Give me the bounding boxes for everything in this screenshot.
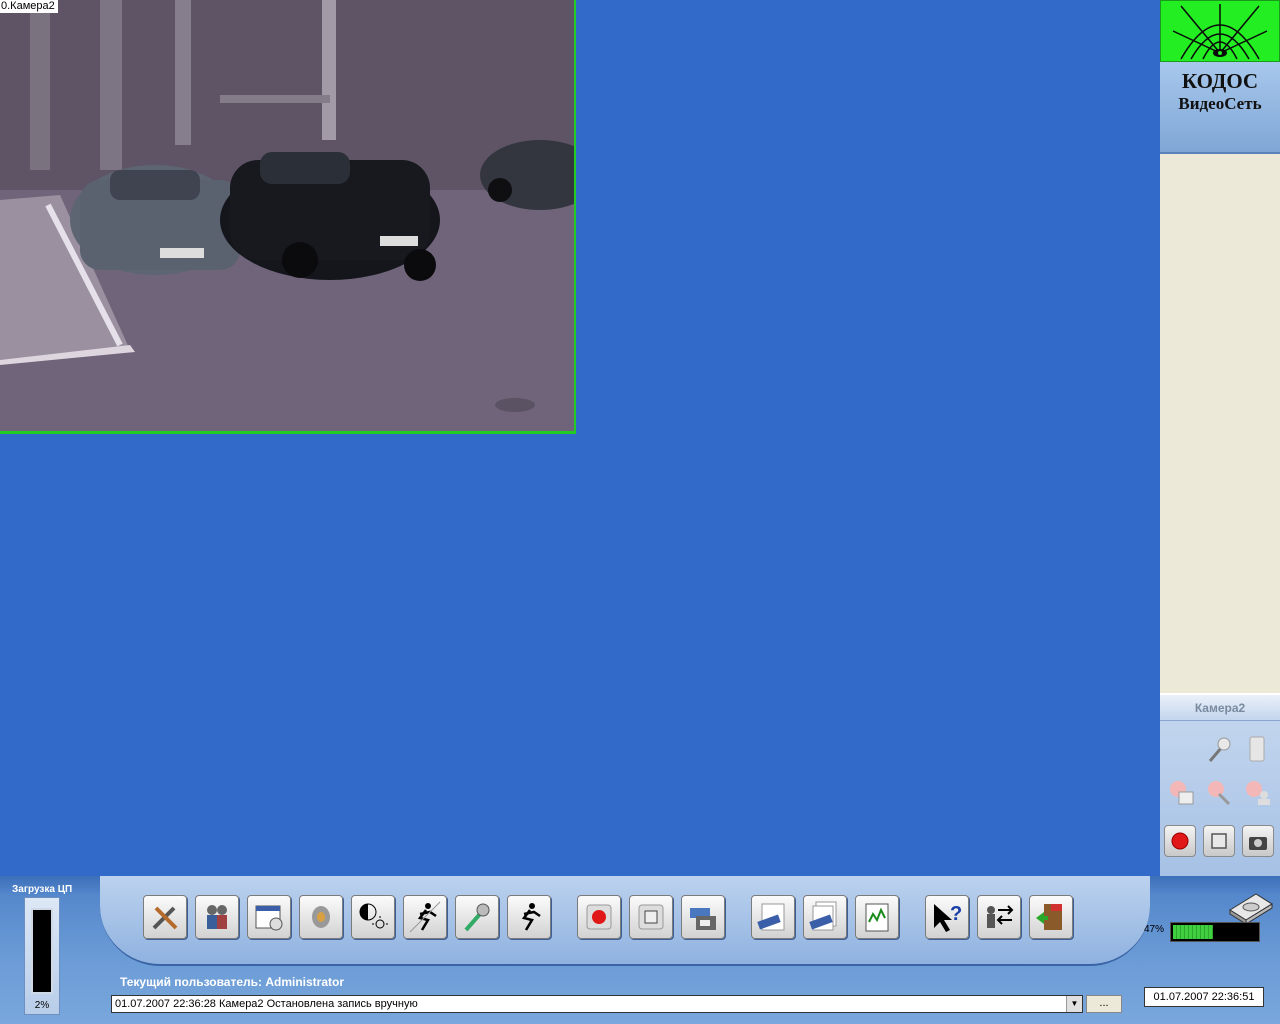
users-button[interactable] [195,895,239,939]
help-icon: ? [934,903,962,932]
cameras-multi-icon [809,901,837,931]
report-button[interactable] [855,895,899,939]
camera-label: 0.Камера2 [0,0,58,13]
users-icon [207,905,227,929]
logo-text-block: КОДОС ВидеоСеть [1160,62,1280,154]
cpu-monitor: 2% [24,897,60,1015]
more-button[interactable]: ... [1086,995,1122,1013]
user-switch-icon [987,905,1014,928]
camera-user-icon[interactable] [1242,777,1274,809]
report-icon [865,903,889,932]
record-button[interactable] [1164,825,1196,857]
camera-image [0,0,574,431]
disk-usage-bar [1170,922,1260,942]
settings-tools-icon [152,906,178,930]
camera-search-icon[interactable] [1204,777,1236,809]
camera-add-icon[interactable] [1166,777,1198,809]
stop-icon [1211,833,1227,849]
logo-subtitle: ВидеоСеть [1178,94,1262,113]
brightness-icon [359,903,388,929]
motion-detect-icon [521,903,541,931]
snapshot-button[interactable] [1242,825,1274,857]
camera-view-button[interactable] [751,895,795,939]
event-log-text: 01.07.2007 22:36:28 Камера2 Остановлена … [115,998,418,1010]
spider-web-icon [1172,4,1268,60]
logo-web-graphic [1160,0,1280,62]
schedule-icon [255,905,283,931]
camera-panel-title: Камера2 [1160,695,1280,721]
camera-view-icon [757,903,785,931]
archive-save-icon [690,908,716,930]
stop-icon [638,904,664,930]
disk-usage-percent: 47% [1144,924,1165,935]
microphone-icon[interactable] [1202,733,1234,765]
schedule-button[interactable] [247,895,291,939]
snapshot-icon [1249,837,1267,850]
cpu-value: 2% [34,1000,50,1011]
archive-button[interactable] [681,895,725,939]
stop-button[interactable] [1203,825,1235,857]
motion-zone-icon [409,901,441,933]
cpu-meter [31,908,53,994]
settings-button[interactable] [143,895,187,939]
exit-button[interactable] [1029,895,1073,939]
audio-icon [312,906,330,928]
camera-view[interactable]: 0.Камера2 [0,0,576,434]
speaker-icon[interactable] [1240,733,1272,765]
brightness-button[interactable] [351,895,395,939]
exit-icon [1036,904,1062,930]
audio-button[interactable] [299,895,343,939]
cpu-label: Загрузка ЦП [12,884,73,895]
stop-all-button[interactable] [629,895,673,939]
event-log-dropdown[interactable]: 01.07.2007 22:36:28 Камера2 Остановлена … [111,995,1083,1013]
camera-control-panel: Камера2 [1160,693,1280,876]
microphone-icon [464,903,490,932]
user-switch-button[interactable] [977,895,1021,939]
cameras-multi-button[interactable] [803,895,847,939]
logo-title: КОДОС [1181,69,1259,93]
date-time-display: 01.07.2007 22:36:51 [1144,987,1264,1007]
hard-disk-icon [1229,893,1273,924]
microphone-button[interactable] [455,895,499,939]
record-icon [1171,832,1189,850]
help-button[interactable]: ? [925,895,969,939]
motion-zone-button[interactable] [403,895,447,939]
record-all-button[interactable] [577,895,621,939]
disk-usage-fill [1173,925,1213,939]
record-icon [586,904,612,930]
right-panel: КОДОС ВидеоСеть Камера2 [1160,0,1280,876]
current-user-label: Текущий пользователь: Administrator [120,975,345,989]
chevron-down-icon[interactable]: ▼ [1066,996,1082,1012]
motion-detect-button[interactable] [507,895,551,939]
svg-text:?: ? [950,903,962,925]
